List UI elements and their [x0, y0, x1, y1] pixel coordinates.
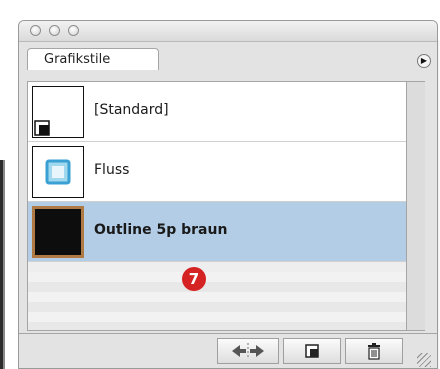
callout-badge: 7 — [182, 267, 206, 291]
delete-style-button[interactable] — [345, 338, 403, 364]
break-link-button[interactable] — [217, 338, 279, 364]
list-item-fluss[interactable]: Fluss — [28, 142, 406, 202]
list-item-standard[interactable]: [Standard] — [28, 82, 406, 142]
tab-row: Grafikstile ▶ — [19, 42, 437, 70]
panel-titlebar[interactable] — [19, 21, 437, 42]
resize-grip[interactable] — [417, 353, 431, 367]
tab-grafikstile[interactable]: Grafikstile — [27, 48, 159, 70]
panel-toolbar — [19, 333, 437, 368]
new-style-icon — [305, 344, 319, 358]
style-thumbnail-fluss — [32, 146, 84, 198]
triangle-right-icon: ▶ — [420, 56, 428, 65]
style-label-standard: [Standard] — [94, 102, 169, 118]
zoom-button[interactable] — [68, 25, 79, 36]
fluss-style-icon — [45, 159, 71, 185]
new-style-button[interactable] — [283, 338, 341, 364]
trash-icon — [368, 343, 380, 360]
list-scrollbar[interactable] — [407, 81, 425, 331]
empty-list-area — [28, 272, 406, 330]
style-thumbnail-outline — [32, 206, 84, 258]
panel-menu-button[interactable]: ▶ — [417, 54, 431, 68]
list-item-outline-5p-braun[interactable]: Outline 5p braun — [28, 202, 406, 262]
style-label-fluss: Fluss — [94, 162, 130, 178]
default-style-icon — [34, 120, 50, 136]
style-thumbnail-standard — [32, 86, 84, 138]
close-button[interactable] — [30, 25, 41, 36]
styles-list: [Standard] Fluss Outline 5p braun — [27, 81, 407, 331]
break-link-icon — [232, 343, 264, 359]
background-edge-highlight — [3, 160, 5, 369]
minimize-button[interactable] — [49, 25, 60, 36]
style-label-outline: Outline 5p braun — [94, 222, 228, 238]
graphic-styles-panel: Grafikstile ▶ [Standard] Fluss Outline 5… — [18, 20, 438, 369]
